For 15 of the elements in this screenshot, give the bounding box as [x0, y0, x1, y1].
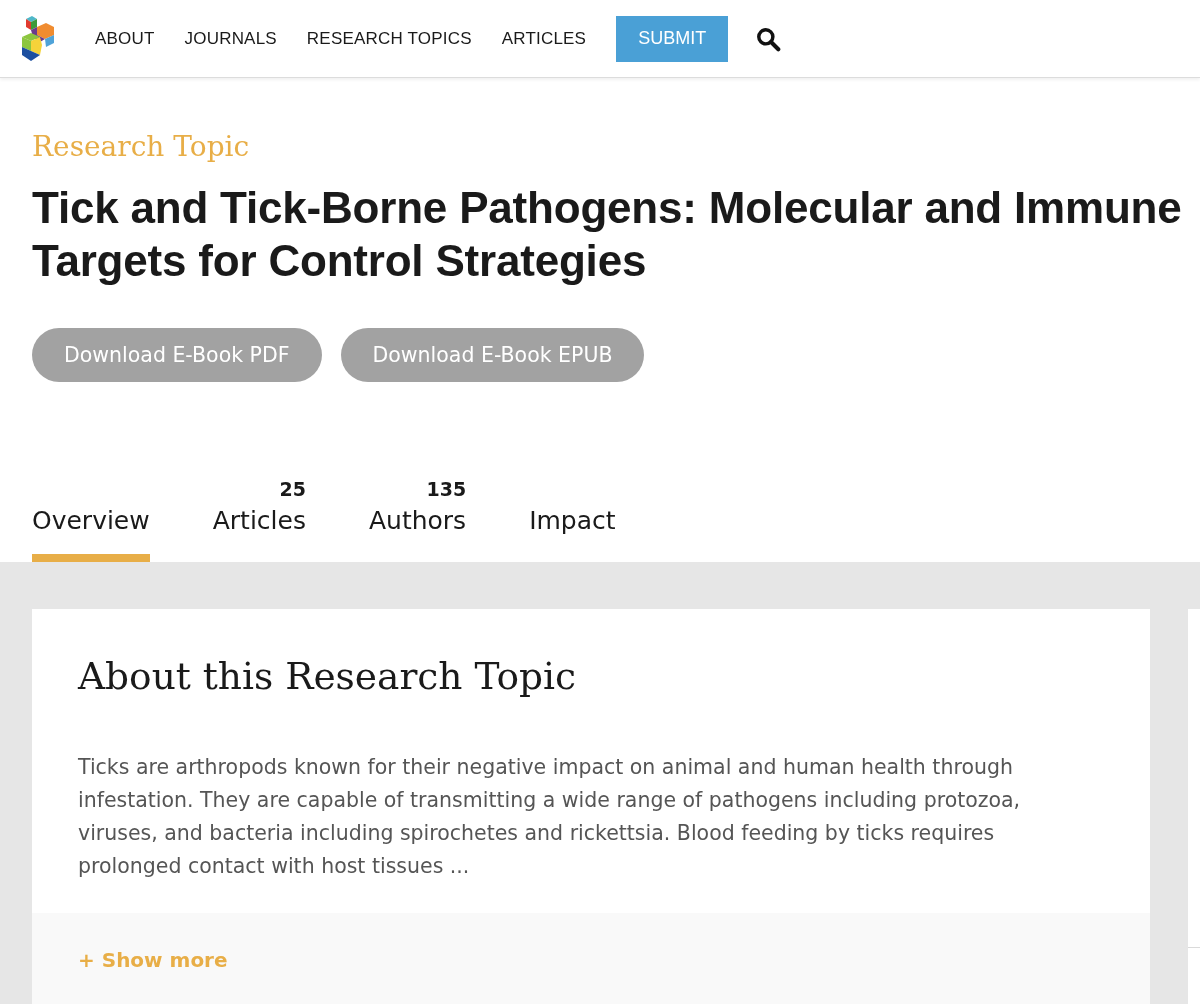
page-title: Tick and Tick-Borne Pathogens: Molecular and Immune Targets for Control Strategies: [32, 182, 1183, 287]
search-icon: [755, 25, 782, 52]
tab[interactable]: 135 Authors: [368, 478, 467, 562]
nav-link[interactable]: ARTICLES: [501, 28, 587, 49]
description-text: Ticks are arthropods known for their negative impact on animal and human health through infestation. They are capable of transmitting a wide range of pathogens including protozoa, viruses, and bacteria including spirochetes and rickettsia. Blood feeding by ticks requires prolonged contact with host tissues ...: [78, 754, 1022, 880]
section-label: Research Topic: [32, 129, 251, 165]
card-heading: About this Research Topic: [78, 653, 578, 699]
tab[interactable]: 25 Articles: [212, 478, 306, 562]
nav-link[interactable]: ABOUT: [95, 28, 155, 49]
tab-count: 25: [279, 478, 306, 500]
search-button[interactable]: [755, 25, 782, 52]
tab-count: 135: [426, 478, 467, 500]
nav-link[interactable]: RESEARCH TOPICS: [306, 28, 472, 49]
tab[interactable]: Impact: [529, 506, 616, 562]
nav-link[interactable]: JOURNALS: [184, 28, 277, 49]
